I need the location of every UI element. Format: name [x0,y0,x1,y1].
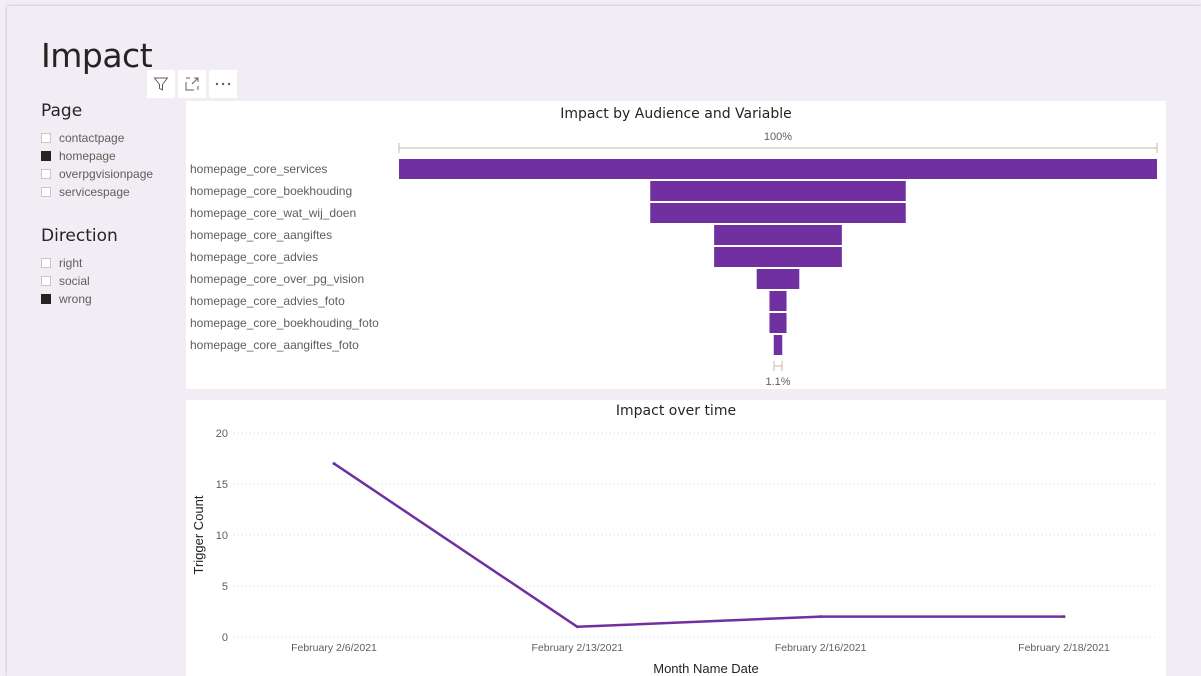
funnel-category-label: homepage_core_aangiftes [190,228,332,242]
y-tick-label: 0 [222,632,228,644]
focus-mode-icon[interactable] [178,70,206,98]
data-point[interactable] [575,625,579,629]
slicer-item-label: homepage [59,149,116,163]
funnel-category-label: homepage_core_advies_foto [190,294,345,308]
slicer-title: Page [41,101,83,121]
funnel-category-label: homepage_core_boekhouding_foto [190,316,379,330]
x-axis-title: Month Name Date [653,661,759,676]
slicer-item-label: servicespage [59,185,130,199]
funnel-top-marker [398,143,1158,153]
slicer-item-label: overpgvisionpage [59,167,154,181]
funnel-category-label: homepage_core_aangiftes_foto [190,338,359,352]
funnel-bar[interactable] [769,291,787,311]
x-tick-label: February 2/13/2021 [532,642,624,654]
slicer-item-label: right [59,256,83,270]
checkbox[interactable] [41,258,51,268]
data-point[interactable] [1062,615,1066,619]
visual-header [147,70,237,98]
y-axis-title: Trigger Count [191,495,206,574]
checkbox[interactable] [41,294,51,304]
more-options-icon[interactable] [209,70,237,98]
line-chart: 0 5 10 15 20 February 2/6/2021 February 2/13/2… [191,428,1156,676]
funnel-bar[interactable] [714,247,842,267]
funnel-chart: 100% homepage_core_services homepage_core_… [190,131,1158,388]
funnel-bar[interactable] [650,203,906,223]
x-tick-label: February 2/18/2021 [1018,642,1110,654]
x-tick-label: February 2/6/2021 [291,642,377,654]
y-tick-label: 10 [216,530,228,542]
funnel-bar[interactable] [399,159,1157,179]
direction-slicer: Direction right social wrong [41,226,118,308]
funnel-top-label: 100% [764,131,792,143]
funnel-bar[interactable] [714,225,842,245]
slicer-item-right[interactable]: right [41,254,118,272]
slicer-item-label: contactpage [59,131,125,145]
slicer-item-label: social [59,274,90,288]
funnel-category-label: homepage_core_services [190,162,327,176]
funnel-category-label: homepage_core_over_pg_vision [190,272,364,286]
checkbox[interactable] [41,133,51,143]
checkbox[interactable] [41,276,51,286]
page-slicer: Page contactpage homepage overpgvisionpage… [41,101,153,201]
slicer-item-servicespage[interactable]: servicespage [41,183,153,201]
slicer-item-social[interactable]: social [41,272,118,290]
data-point[interactable] [332,462,336,466]
line-chart-panel[interactable]: Impact over time 0 5 10 15 20 February 2/6/20… [186,400,1166,676]
series-line[interactable] [333,462,1064,629]
funnel-bottom-label: 1.1% [765,376,790,388]
funnel-bar[interactable] [773,335,783,355]
checkbox[interactable] [41,187,51,197]
funnel-bar[interactable] [756,269,800,289]
funnel-chart-panel[interactable]: Impact by Audience and Variable 100% home… [186,101,1166,389]
funnel-bar[interactable] [650,181,906,201]
slicer-item-label: wrong [59,292,92,306]
funnel-bar[interactable] [769,313,787,333]
funnel-category-label: homepage_core_advies [190,250,318,264]
y-tick-label: 5 [222,581,228,593]
slicer-title: Direction [41,226,118,246]
y-tick-label: 15 [216,479,228,491]
slicer-item-wrong[interactable]: wrong [41,290,118,308]
funnel-bottom-marker [773,361,783,371]
funnel-category-label: homepage_core_boekhouding [190,184,352,198]
checkbox[interactable] [41,151,51,161]
page-title: Impact [41,36,153,75]
data-point[interactable] [819,615,823,619]
slicer-item-homepage[interactable]: homepage [41,147,153,165]
funnel-category-label: homepage_core_wat_wij_doen [190,206,356,220]
slicer-item-overpgvisionpage[interactable]: overpgvisionpage [41,165,153,183]
slicer-item-contactpage[interactable]: contactpage [41,129,153,147]
x-tick-label: February 2/16/2021 [775,642,867,654]
y-tick-label: 20 [216,428,228,440]
filter-icon[interactable] [147,70,175,98]
checkbox[interactable] [41,169,51,179]
